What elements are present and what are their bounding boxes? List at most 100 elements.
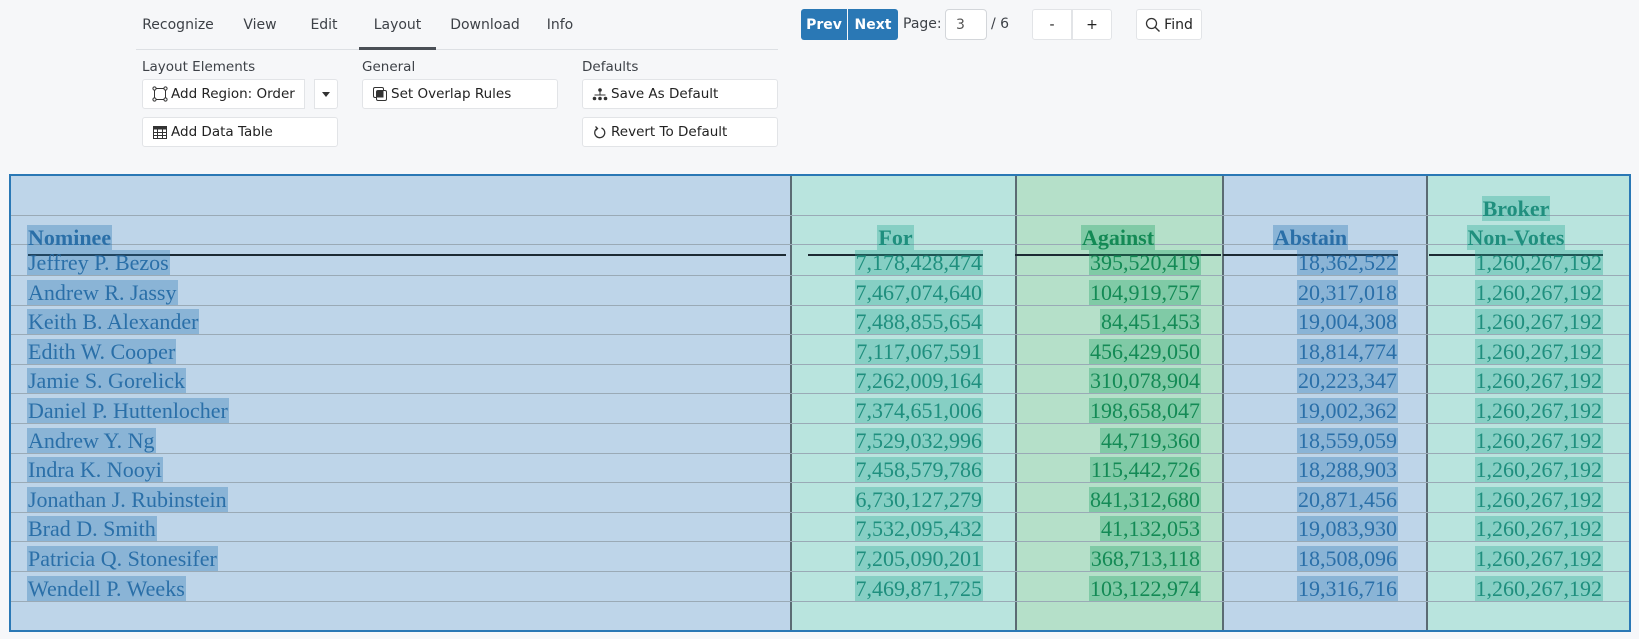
toolbar: Recognize View Edit Layout Download Info…: [0, 0, 1639, 168]
page-total: / 6: [991, 16, 1010, 32]
save-as-default-label: Save As Default: [611, 86, 719, 102]
zoom-in-button[interactable]: +: [1072, 9, 1112, 40]
add-data-table-button[interactable]: Add Data Table: [142, 117, 338, 147]
cell-abstain: 18,559,059: [1297, 428, 1398, 453]
cell-broker: 1,260,267,192: [1474, 546, 1603, 571]
cell-nominee: Andrew R. Jassy: [27, 280, 178, 305]
row-separator[interactable]: [11, 393, 1629, 394]
cell-against: 41,132,053: [1100, 516, 1201, 541]
header-against: Against: [1080, 225, 1156, 250]
cell-broker: 1,260,267,192: [1474, 457, 1603, 482]
cell-nominee: Brad D. Smith: [27, 516, 157, 541]
cell-broker: 1,260,267,192: [1474, 487, 1603, 512]
add-region-dropdown-button[interactable]: [314, 79, 338, 109]
next-page-button[interactable]: Next: [848, 9, 898, 40]
cell-abstain: 19,004,308: [1297, 309, 1398, 334]
cell-broker: 1,260,267,192: [1474, 428, 1603, 453]
row-separator[interactable]: [11, 512, 1629, 513]
row-separator[interactable]: [11, 571, 1629, 572]
cell-against: 115,442,726: [1089, 457, 1201, 482]
cell-broker: 1,260,267,192: [1474, 516, 1603, 541]
row-separator[interactable]: [11, 275, 1629, 276]
row-separator[interactable]: [11, 453, 1629, 454]
row-separator[interactable]: [11, 334, 1629, 335]
cell-nominee: Wendell P. Weeks: [27, 576, 186, 601]
region-icon: [151, 86, 168, 103]
cell-against: 841,312,680: [1089, 487, 1201, 512]
page-label: Page:: [903, 16, 942, 32]
tab-layout[interactable]: Layout: [359, 0, 436, 50]
prev-page-button[interactable]: Prev: [801, 9, 847, 40]
cell-for: 7,178,428,474: [854, 250, 983, 275]
revert-to-default-button[interactable]: Revert To Default: [582, 117, 778, 147]
cell-broker: 1,260,267,192: [1474, 309, 1603, 334]
cell-broker: 1,260,267,192: [1474, 368, 1603, 393]
revert-to-default-label: Revert To Default: [611, 124, 728, 140]
cell-nominee: Indra K. Nooyi: [27, 457, 163, 482]
cell-for: 7,467,074,640: [854, 280, 983, 305]
cell-against: 44,719,360: [1100, 428, 1201, 453]
add-data-table-label: Add Data Table: [171, 124, 273, 140]
cell-nominee: Edith W. Cooper: [27, 339, 177, 364]
group-label-layout-elements: Layout Elements: [142, 59, 256, 75]
find-label: Find: [1164, 16, 1193, 33]
row-separator[interactable]: [11, 601, 1629, 602]
document-page: Nominee For Against Abstain Broker Non-V…: [9, 174, 1631, 632]
page-number-input[interactable]: [945, 9, 987, 40]
header-broker-line1: Broker: [1481, 196, 1551, 221]
header-broker-line2: Non-Votes: [1466, 225, 1566, 250]
chevron-down-icon: [322, 91, 330, 97]
group-label-defaults: Defaults: [582, 59, 639, 75]
cell-broker: 1,260,267,192: [1474, 576, 1603, 601]
tab-info[interactable]: Info: [538, 0, 582, 50]
row-separator[interactable]: [11, 423, 1629, 424]
cell-nominee: Patricia Q. Stonesifer: [27, 546, 218, 571]
cell-abstain: 19,316,716: [1297, 576, 1398, 601]
add-region-label: Add Region: Order: [171, 86, 295, 102]
cell-abstain: 18,508,096: [1297, 546, 1398, 571]
hierarchy-icon: [591, 86, 608, 103]
row-separator[interactable]: [11, 541, 1629, 542]
row-separator[interactable]: [11, 364, 1629, 365]
cell-abstain: 18,362,522: [1297, 250, 1398, 275]
row-separator[interactable]: [11, 215, 1629, 216]
tab-download[interactable]: Download: [442, 0, 528, 50]
header-nominee: Nominee: [27, 225, 113, 250]
cell-broker: 1,260,267,192: [1474, 250, 1603, 275]
header-abstain: Abstain: [1272, 225, 1349, 250]
row-separator[interactable]: [11, 305, 1629, 306]
cell-against: 456,429,050: [1089, 339, 1201, 364]
tab-recognize[interactable]: Recognize: [136, 0, 220, 50]
cell-abstain: 20,871,456: [1297, 487, 1398, 512]
cell-for: 7,532,095,432: [854, 516, 983, 541]
cell-abstain: 19,083,930: [1297, 516, 1398, 541]
zoom-out-button[interactable]: -: [1032, 9, 1072, 40]
tab-view[interactable]: View: [232, 0, 288, 50]
cell-for: 7,374,651,006: [854, 398, 983, 423]
add-region-button[interactable]: Add Region: Order: [142, 79, 305, 109]
cell-against: 395,520,419: [1089, 250, 1201, 275]
cell-against: 198,658,047: [1089, 398, 1201, 423]
tab-edit[interactable]: Edit: [300, 0, 348, 50]
table-icon: [151, 124, 168, 141]
set-overlap-rules-button[interactable]: Set Overlap Rules: [362, 79, 558, 109]
cell-against: 84,451,453: [1100, 309, 1201, 334]
row-separator[interactable]: [11, 482, 1629, 483]
cell-abstain: 19,002,362: [1297, 398, 1398, 423]
cell-broker: 1,260,267,192: [1474, 398, 1603, 423]
cell-against: 103,122,974: [1089, 576, 1201, 601]
overlap-icon: [371, 86, 388, 103]
cell-broker: 1,260,267,192: [1474, 280, 1603, 305]
find-button[interactable]: Find: [1136, 9, 1202, 40]
cell-nominee: Jeffrey P. Bezos: [27, 250, 170, 275]
cell-abstain: 20,223,347: [1297, 368, 1398, 393]
header-for: For: [877, 225, 914, 250]
cell-for: 7,205,090,201: [854, 546, 983, 571]
cell-abstain: 18,288,903: [1297, 457, 1398, 482]
cell-for: 7,117,067,591: [855, 339, 983, 364]
save-as-default-button[interactable]: Save As Default: [582, 79, 778, 109]
undo-icon: [591, 124, 608, 141]
search-icon: [1145, 17, 1161, 33]
cell-broker: 1,260,267,192: [1474, 339, 1603, 364]
cell-nominee: Jonathan J. Rubinstein: [27, 487, 228, 512]
